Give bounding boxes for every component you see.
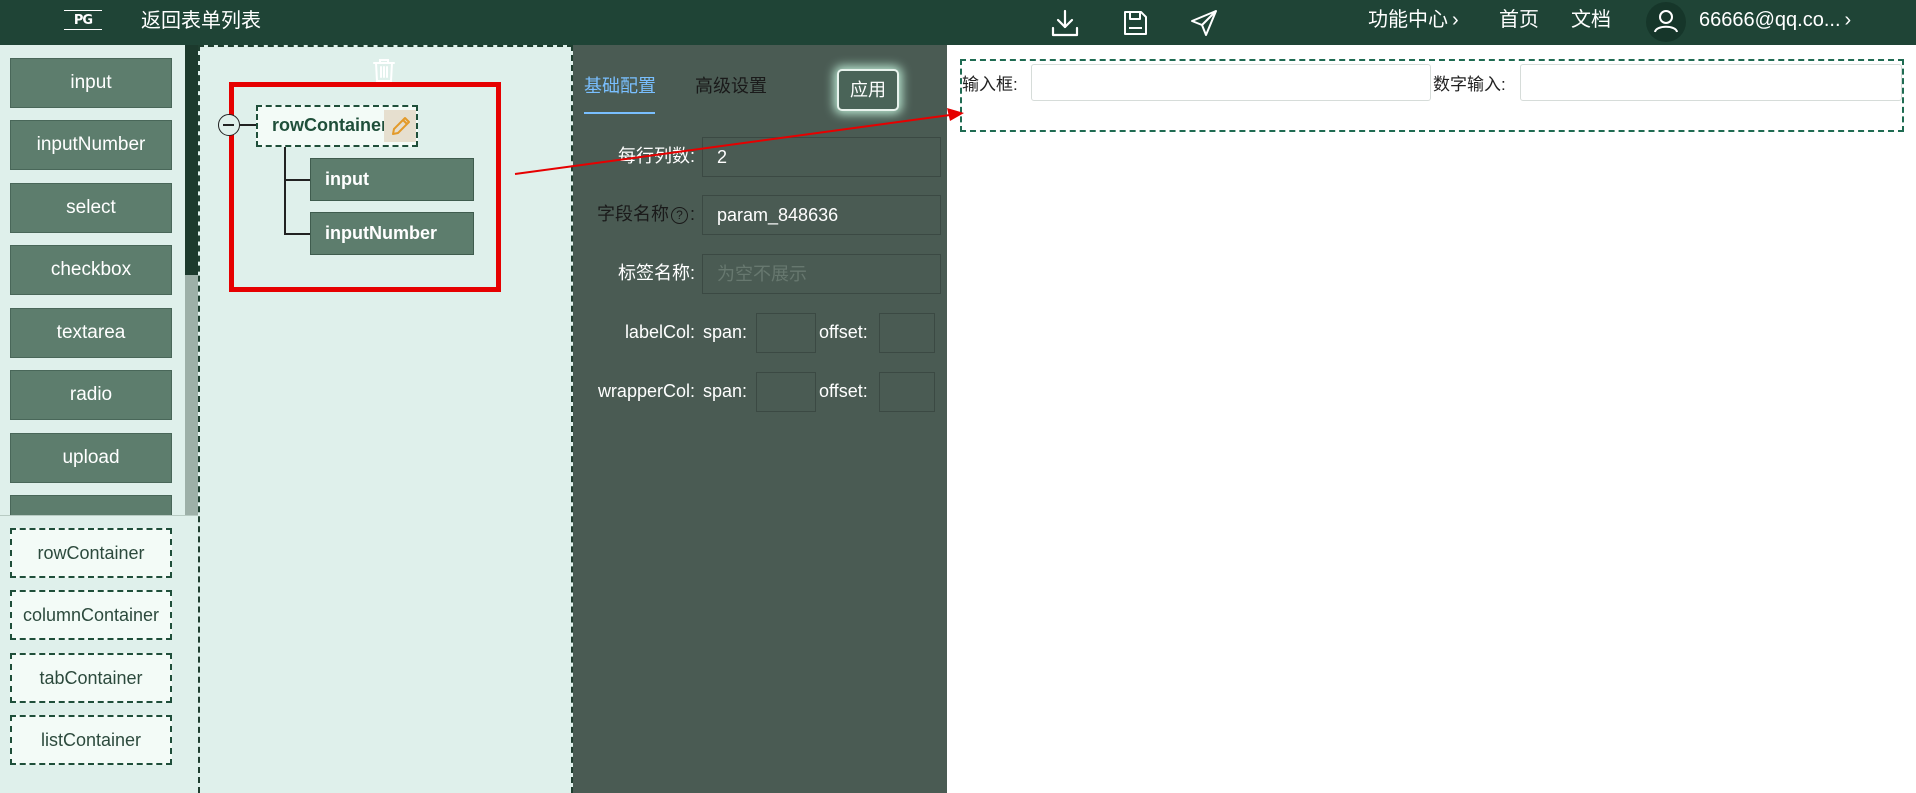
scrollbar-thumb[interactable]: [185, 45, 198, 275]
app-logo[interactable]: PG: [64, 10, 102, 30]
tree-connector: [284, 179, 310, 181]
label-name-label: 标签名称:: [617, 263, 695, 283]
nav-function-center[interactable]: 功能中心 ›: [1368, 7, 1459, 33]
collapse-icon[interactable]: [218, 114, 240, 136]
back-to-form-list-link[interactable]: 返回表单列表: [141, 8, 261, 34]
structure-tree-panel: rowContainer input inputNumber: [198, 45, 573, 793]
wrapper-col-label-text: wrapperCol: [597, 381, 690, 401]
trash-icon[interactable]: [370, 55, 398, 83]
preview-row-container[interactable]: 输入框: 数字输入:: [960, 59, 1904, 132]
preview-input-label-text: 输入框: [962, 75, 1013, 94]
tree-node-rowContainer[interactable]: rowContainer: [256, 105, 418, 147]
component-textarea[interactable]: textarea: [10, 308, 172, 358]
tab-basic-config[interactable]: 基础配置: [584, 74, 656, 98]
wrapper-col-offset-input[interactable]: [879, 372, 935, 412]
container-rowContainer[interactable]: rowContainer: [10, 528, 172, 578]
label-col-label-text: labelCol: [624, 322, 690, 342]
label-col-offset-input[interactable]: [879, 313, 935, 353]
preview-number-input[interactable]: [1520, 64, 1902, 101]
nav-home[interactable]: 首页: [1499, 7, 1539, 33]
preview-number-label: 数字输入:: [1433, 75, 1506, 94]
component-panel: input inputNumber select checkbox textar…: [0, 45, 198, 793]
tree-node-label: rowContainer: [272, 115, 389, 135]
tree-node-inputNumber[interactable]: inputNumber: [310, 212, 474, 255]
wrapper-col-label: wrapperCol:: [597, 381, 695, 401]
tree-connector: [240, 124, 256, 126]
download-icon[interactable]: [1049, 7, 1081, 39]
tree-connector: [284, 233, 310, 235]
label-name-label-text: 标签名称: [617, 263, 690, 283]
send-icon[interactable]: [1188, 7, 1220, 39]
columns-per-row-input[interactable]: 2: [702, 137, 941, 177]
label-col-offset-label-text: offset: [819, 322, 863, 342]
field-name-label: 字段名称?:: [596, 204, 695, 224]
wrapper-col-offset-label: offset:: [819, 381, 868, 401]
wrapper-col-span-input[interactable]: [756, 372, 816, 412]
user-icon[interactable]: [1646, 2, 1686, 42]
wrapper-col-span-label: span:: [703, 381, 748, 401]
preview-input-label: 输入框:: [962, 75, 1018, 94]
nav-docs[interactable]: 文档: [1571, 7, 1611, 33]
component-radio[interactable]: radio: [10, 370, 172, 420]
container-columnContainer[interactable]: columnContainer: [10, 590, 172, 640]
container-listContainer[interactable]: listContainer: [10, 715, 172, 765]
tab-advanced-settings[interactable]: 高级设置: [695, 74, 767, 98]
pencil-icon[interactable]: [384, 110, 416, 142]
chevron-right-icon: ›: [1844, 9, 1852, 31]
preview-text-input[interactable]: [1031, 64, 1431, 101]
help-icon[interactable]: ?: [670, 207, 688, 224]
columns-per-row-label-text: 每行列数: [617, 146, 690, 166]
component-select[interactable]: select: [10, 183, 172, 233]
label-col-span-label-text: span: [703, 322, 743, 342]
label-col-label: labelCol:: [624, 322, 695, 342]
container-component-list: rowContainer columnContainer tabContaine…: [0, 515, 198, 793]
component-next-partial[interactable]: [10, 495, 172, 515]
preview-number-label-text: 数字输入: [1433, 75, 1501, 94]
columns-per-row-label: 每行列数:: [617, 146, 695, 166]
wrapper-col-offset-label-text: offset: [819, 381, 863, 401]
form-preview-panel: 输入框: 数字输入:: [947, 45, 1916, 793]
tree-node-input[interactable]: input: [310, 158, 474, 201]
tree-connector: [284, 147, 286, 233]
component-input[interactable]: input: [10, 58, 172, 108]
apply-button[interactable]: 应用: [837, 69, 899, 111]
config-panel: 基础配置 高级设置 应用 每行列数: 2 字段名称?: param_848636…: [573, 45, 947, 793]
chevron-right-icon: ›: [1452, 9, 1459, 31]
user-menu[interactable]: 66666@qq.co... ›: [1699, 7, 1851, 33]
nav-function-center-label: 功能中心: [1368, 9, 1448, 31]
label-col-span-input[interactable]: [756, 313, 816, 353]
container-tabContainer[interactable]: tabContainer: [10, 653, 172, 703]
basic-component-list: input inputNumber select checkbox textar…: [0, 45, 185, 515]
label-col-span-label: span:: [703, 322, 748, 342]
label-col-offset-label: offset:: [819, 322, 868, 342]
component-upload[interactable]: upload: [10, 433, 172, 483]
field-name-label-text: 字段名称: [596, 204, 669, 224]
save-icon[interactable]: [1119, 7, 1151, 39]
field-name-input[interactable]: param_848636: [702, 195, 941, 235]
component-checkbox[interactable]: checkbox: [10, 245, 172, 295]
component-list-scrollbar[interactable]: [185, 45, 198, 515]
wrapper-col-span-label-text: span: [703, 381, 743, 401]
label-name-input[interactable]: 为空不展示: [702, 254, 941, 294]
top-bar: PG 返回表单列表 功能中心 › 首页 文档 66666@qq.co... ›: [0, 0, 1916, 45]
active-tab-indicator: [584, 112, 655, 114]
component-inputNumber[interactable]: inputNumber: [10, 120, 172, 170]
user-email: 66666@qq.co...: [1699, 9, 1841, 31]
